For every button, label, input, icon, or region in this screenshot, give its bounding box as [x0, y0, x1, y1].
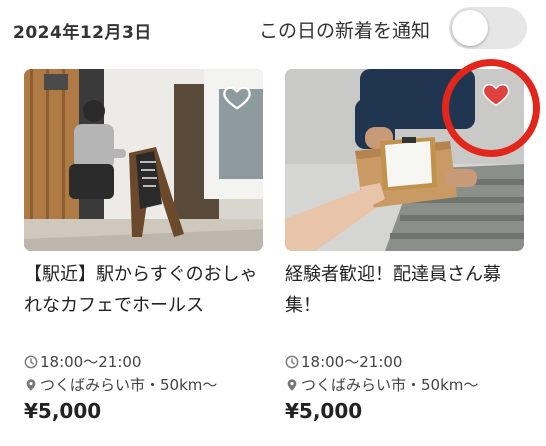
notify-toggle[interactable] — [449, 7, 527, 49]
job-thumbnail — [285, 69, 524, 251]
location-pin-icon — [26, 379, 36, 391]
favorite-button[interactable] — [481, 79, 511, 109]
job-salary: ¥5,000 — [24, 399, 102, 423]
heart-icon — [482, 83, 510, 106]
job-location-text: つくばみらい市・50km〜 — [301, 376, 479, 394]
clock-icon — [285, 355, 299, 369]
job-time: 18:00〜21:00 — [285, 351, 524, 372]
job-time-text: 18:00〜21:00 — [40, 353, 142, 371]
header-bar: 2024年12月3日 この日の新着を通知 — [0, 0, 546, 58]
job-time: 18:00〜21:00 — [24, 351, 263, 372]
job-thumbnail — [24, 69, 263, 251]
job-title: 【駅近】駅からすぐのおしゃれなカフェでホールス — [24, 264, 258, 316]
job-card[interactable]: 【駅近】駅からすぐのおしゃれなカフェでホールス 18:00〜21:00 つくばみ… — [24, 69, 263, 423]
job-title: 経験者歓迎！配達員さん募集！ — [285, 264, 501, 316]
job-location: つくばみらい市・50km〜 — [285, 374, 524, 395]
job-card[interactable]: 経験者歓迎！配達員さん募集！ 18:00〜21:00 つくばみらい市・50km〜… — [285, 69, 524, 423]
favorite-button[interactable] — [222, 82, 252, 112]
toggle-knob — [452, 10, 488, 46]
job-location-text: つくばみらい市・50km〜 — [40, 376, 218, 394]
job-salary: ¥5,000 — [285, 399, 363, 423]
date-heading: 2024年12月3日 — [13, 23, 152, 43]
job-time-text: 18:00〜21:00 — [301, 353, 403, 371]
job-location: つくばみらい市・50km〜 — [24, 374, 263, 395]
location-pin-icon — [287, 379, 297, 391]
clock-icon — [24, 355, 38, 369]
heart-icon — [223, 86, 251, 110]
notify-label: この日の新着を通知 — [259, 20, 431, 42]
